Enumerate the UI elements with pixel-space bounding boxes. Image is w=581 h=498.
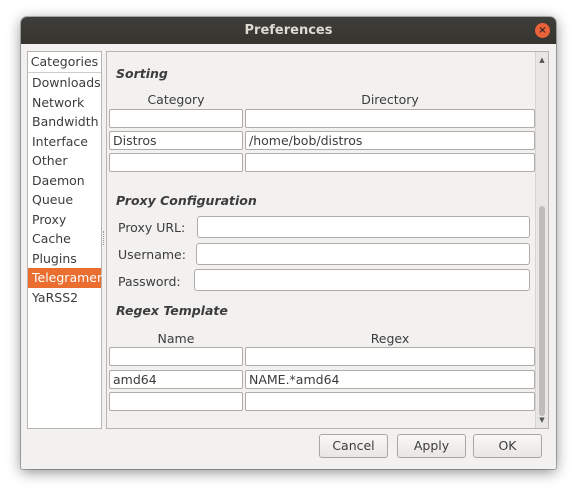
title-bar: Preferences × bbox=[21, 17, 556, 44]
sidebar-item-proxy[interactable]: Proxy bbox=[28, 210, 101, 230]
proxy-url-input[interactable] bbox=[197, 216, 530, 238]
password-input[interactable] bbox=[194, 269, 530, 291]
scroll-thumb[interactable] bbox=[539, 206, 545, 416]
sidebar-item-plugins[interactable]: Plugins bbox=[28, 249, 101, 269]
window-title: Preferences bbox=[244, 23, 333, 38]
categories-list: Categories Downloads Network Bandwidth I… bbox=[27, 51, 102, 429]
telegramer-settings-panel: Sorting Category Directory Distros /home… bbox=[106, 51, 549, 429]
sorting-directory-cell[interactable] bbox=[245, 109, 535, 128]
regex-name-cell[interactable]: amd64 bbox=[109, 370, 243, 389]
regex-pattern-cell[interactable] bbox=[245, 347, 535, 366]
username-label: Username: bbox=[118, 247, 186, 262]
sidebar-item-telegramer[interactable]: Telegramer bbox=[28, 268, 102, 288]
close-icon[interactable]: × bbox=[535, 23, 550, 38]
scroll-up-icon[interactable]: ▲ bbox=[536, 54, 548, 66]
proxy-section-title: Proxy Configuration bbox=[116, 193, 257, 208]
regex-name-header: Name bbox=[157, 331, 195, 346]
apply-button[interactable]: Apply bbox=[397, 434, 466, 458]
sorting-category-cell[interactable]: Distros bbox=[109, 131, 243, 150]
cancel-button[interactable]: Cancel bbox=[319, 434, 388, 458]
scroll-down-icon[interactable]: ▼ bbox=[536, 414, 548, 426]
sidebar-item-network[interactable]: Network bbox=[28, 93, 101, 113]
proxy-url-label: Proxy URL: bbox=[118, 220, 186, 235]
regex-section-title: Regex Template bbox=[116, 303, 228, 318]
ok-button[interactable]: OK bbox=[473, 434, 542, 458]
sorting-category-cell[interactable] bbox=[109, 153, 243, 172]
sorting-directory-header: Directory bbox=[361, 92, 419, 107]
sorting-directory-cell[interactable]: /home/bob/distros bbox=[245, 131, 535, 150]
sorting-section-title: Sorting bbox=[116, 66, 168, 81]
regex-pattern-cell[interactable] bbox=[245, 392, 535, 411]
sidebar-item-downloads[interactable]: Downloads bbox=[28, 73, 101, 93]
password-label: Password: bbox=[118, 274, 181, 289]
sidebar-item-cache[interactable]: Cache bbox=[28, 229, 101, 249]
preferences-dialog: Preferences × Categories Downloads Netwo… bbox=[21, 17, 556, 469]
sidebar-item-daemon[interactable]: Daemon bbox=[28, 171, 101, 191]
sorting-category-header: Category bbox=[147, 92, 205, 107]
categories-header[interactable]: Categories bbox=[28, 52, 101, 73]
sidebar-item-interface[interactable]: Interface bbox=[28, 132, 101, 152]
username-input[interactable] bbox=[196, 243, 530, 265]
sorting-directory-cell[interactable] bbox=[245, 153, 535, 172]
regex-regex-header: Regex bbox=[370, 331, 410, 346]
sidebar-item-queue[interactable]: Queue bbox=[28, 190, 101, 210]
sidebar-item-yarss2[interactable]: YaRSS2 bbox=[28, 288, 101, 308]
regex-name-cell[interactable] bbox=[109, 392, 243, 411]
regex-pattern-cell[interactable]: NAME.*amd64 bbox=[245, 370, 535, 389]
sidebar-item-bandwidth[interactable]: Bandwidth bbox=[28, 112, 101, 132]
regex-name-cell[interactable] bbox=[109, 347, 243, 366]
vertical-scrollbar[interactable]: ▲ ▼ bbox=[535, 52, 548, 428]
sidebar-item-other[interactable]: Other bbox=[28, 151, 101, 171]
sorting-category-cell[interactable] bbox=[109, 109, 243, 128]
